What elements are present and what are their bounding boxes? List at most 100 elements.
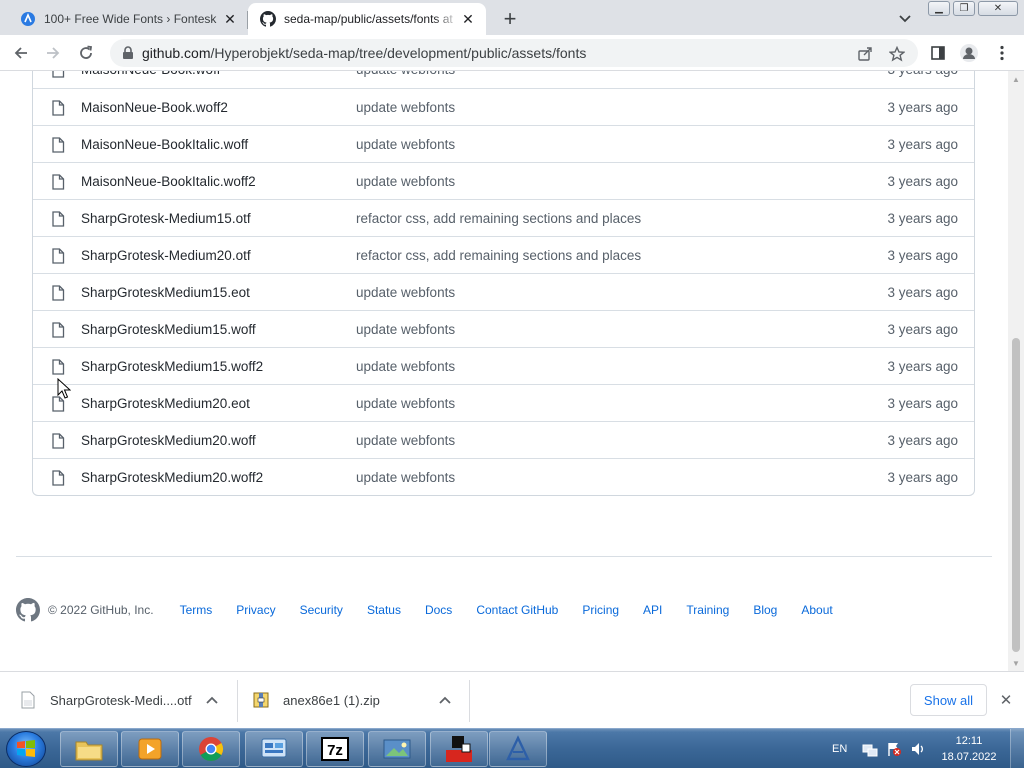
tab-close-icon[interactable]: ✕ — [460, 11, 476, 27]
commit-message-link[interactable]: update webfonts — [356, 71, 455, 77]
page-scrollbar[interactable]: ▲ ▼ — [1008, 71, 1024, 671]
file-name-link[interactable]: SharpGroteskMedium15.woff2 — [81, 359, 263, 374]
footer-link-contact-github[interactable]: Contact GitHub — [476, 603, 558, 617]
footer-divider — [16, 556, 992, 557]
back-arrow-icon[interactable] — [8, 40, 34, 66]
commit-message-link[interactable]: update webfonts — [356, 359, 455, 374]
commit-message-link[interactable]: refactor css, add remaining sections and… — [356, 211, 641, 226]
address-bar[interactable]: github.com/Hyperobjekt/seda-map/tree/dev… — [110, 39, 918, 67]
tab-fontesk[interactable]: 100+ Free Wide Fonts › Fontesk ✕ — [8, 3, 248, 35]
clock-time: 12:11 — [955, 735, 983, 747]
image-viewer-icon[interactable] — [368, 731, 426, 767]
side-panel-icon[interactable] — [925, 40, 951, 66]
profile-avatar-icon[interactable] — [956, 40, 982, 66]
control-panel-icon[interactable] — [245, 731, 303, 767]
reload-icon[interactable] — [73, 40, 99, 66]
restore-icon[interactable]: ❐ — [953, 1, 975, 16]
file-name-link[interactable]: MaisonNeue-BookItalic.woff2 — [81, 174, 256, 189]
file-row[interactable]: SharpGroteskMedium15.woff2 update webfont… — [33, 347, 974, 384]
commit-age: 3 years ago — [887, 469, 958, 485]
footer-link-status[interactable]: Status — [367, 603, 401, 617]
footer-link-blog[interactable]: Blog — [753, 603, 777, 617]
file-name-link[interactable]: SharpGroteskMedium20.woff — [81, 433, 256, 448]
commit-message-link[interactable]: refactor css, add remaining sections and… — [356, 248, 641, 263]
file-row[interactable]: SharpGrotesk-Medium20.otf refactor css, a… — [33, 236, 974, 273]
commit-age: 3 years ago — [887, 247, 958, 263]
media-player-icon[interactable] — [121, 731, 179, 767]
file-name-link[interactable]: SharpGrotesk-Medium15.otf — [81, 211, 251, 226]
tab-github[interactable]: seda-map/public/assets/fonts at ✕ — [248, 3, 486, 35]
file-row[interactable]: SharpGroteskMedium15.eot update webfonts 3… — [33, 273, 974, 310]
compass-app-icon[interactable] — [489, 731, 547, 767]
lock-icon[interactable] — [114, 46, 142, 60]
action-center-flag-icon[interactable] — [885, 740, 903, 758]
app-icon[interactable] — [430, 731, 488, 767]
file-name-link[interactable]: SharpGroteskMedium15.eot — [81, 285, 250, 300]
file-row[interactable]: SharpGroteskMedium20.eot update webfonts 3… — [33, 384, 974, 421]
new-tab-plus-icon[interactable]: + — [498, 6, 522, 31]
file-name-link[interactable]: SharpGroteskMedium20.eot — [81, 396, 250, 411]
download-item-zip[interactable]: anex86e1 (1).zip — [253, 680, 463, 720]
file-row[interactable]: SharpGroteskMedium20.woff update webfonts… — [33, 421, 974, 458]
scroll-down-arrow-icon[interactable]: ▼ — [1008, 655, 1024, 671]
footer-link-pricing[interactable]: Pricing — [582, 603, 619, 617]
windows-start-icon[interactable] — [6, 731, 46, 767]
file-row[interactable]: MaisonNeue-BookItalic.woff update webfont… — [33, 125, 974, 162]
file-name-link[interactable]: SharpGroteskMedium15.woff — [81, 322, 256, 337]
scroll-up-arrow-icon[interactable]: ▲ — [1008, 71, 1024, 87]
file-name-link[interactable]: MaisonNeue-Book.woff2 — [81, 100, 228, 115]
file-explorer-icon[interactable] — [60, 731, 118, 767]
file-name-link[interactable]: MaisonNeue-Book.woff — [81, 71, 220, 77]
page-viewport: MaisonNeue-Book.woff update webfonts 3 yea… — [0, 71, 1008, 671]
network-icon[interactable] — [861, 740, 879, 758]
show-desktop-button[interactable] — [1010, 729, 1024, 768]
file-name-link[interactable]: SharpGrotesk-Medium20.otf — [81, 248, 251, 263]
system-clock[interactable]: 12:11 18.07.2022 — [938, 733, 1000, 765]
bookmark-star-icon[interactable] — [884, 41, 910, 67]
commit-message-link[interactable]: update webfonts — [356, 470, 455, 485]
file-icon — [51, 100, 65, 116]
footer-link-docs[interactable]: Docs — [425, 603, 452, 617]
github-logo-icon[interactable] — [16, 598, 40, 622]
7zip-icon[interactable]: 7z — [306, 731, 364, 767]
commit-message-link[interactable]: update webfonts — [356, 137, 455, 152]
file-name-link[interactable]: SharpGroteskMedium20.woff2 — [81, 470, 263, 485]
file-name-link[interactable]: MaisonNeue-BookItalic.woff — [81, 137, 248, 152]
file-row[interactable]: SharpGrotesk-Medium15.otf refactor css, a… — [33, 199, 974, 236]
commit-message-link[interactable]: update webfonts — [356, 433, 455, 448]
file-row[interactable]: MaisonNeue-Book.woff update webfonts 3 yea… — [33, 71, 974, 88]
forward-arrow-icon[interactable] — [40, 40, 66, 66]
download-item-otf[interactable]: SharpGrotesk-Medi....otf — [20, 680, 230, 720]
minimize-icon[interactable]: ▁ — [928, 1, 950, 16]
footer-link-terms[interactable]: Terms — [180, 603, 213, 617]
chrome-icon[interactable] — [182, 731, 240, 767]
chevron-up-icon[interactable] — [437, 692, 453, 708]
footer-link-security[interactable]: Security — [300, 603, 343, 617]
share-icon[interactable] — [852, 41, 878, 67]
file-row[interactable]: MaisonNeue-Book.woff2 update webfonts 3 ye… — [33, 88, 974, 125]
chevron-up-icon[interactable] — [204, 692, 220, 708]
commit-message-link[interactable]: update webfonts — [356, 285, 455, 300]
footer-link-api[interactable]: API — [643, 603, 662, 617]
close-icon[interactable]: ✕ — [996, 690, 1016, 710]
tab-close-icon[interactable]: ✕ — [222, 11, 238, 27]
commit-message-link[interactable]: update webfonts — [356, 174, 455, 189]
volume-icon[interactable] — [909, 740, 927, 758]
file-list: MaisonNeue-Book.woff update webfonts 3 yea… — [32, 71, 975, 496]
file-row[interactable]: SharpGroteskMedium20.woff2 update webfont… — [33, 458, 974, 495]
commit-message-link[interactable]: update webfonts — [356, 100, 455, 115]
commit-message-link[interactable]: update webfonts — [356, 396, 455, 411]
commit-message-link[interactable]: update webfonts — [356, 322, 455, 337]
language-indicator[interactable]: EN — [832, 743, 847, 755]
scrollbar-thumb[interactable] — [1012, 338, 1020, 652]
file-row[interactable]: MaisonNeue-BookItalic.woff2 update webfon… — [33, 162, 974, 199]
window-close-icon[interactable]: ✕ — [978, 1, 1018, 16]
file-row[interactable]: SharpGroteskMedium15.woff update webfonts… — [33, 310, 974, 347]
browser-menu-icon[interactable] — [989, 40, 1015, 66]
footer-link-training[interactable]: Training — [686, 603, 729, 617]
show-all-button[interactable]: Show all — [910, 684, 987, 716]
footer-link-about[interactable]: About — [801, 603, 832, 617]
tab-search-chevron-icon[interactable] — [893, 8, 917, 30]
footer-link-privacy[interactable]: Privacy — [236, 603, 275, 617]
commit-age: 3 years ago — [887, 210, 958, 226]
